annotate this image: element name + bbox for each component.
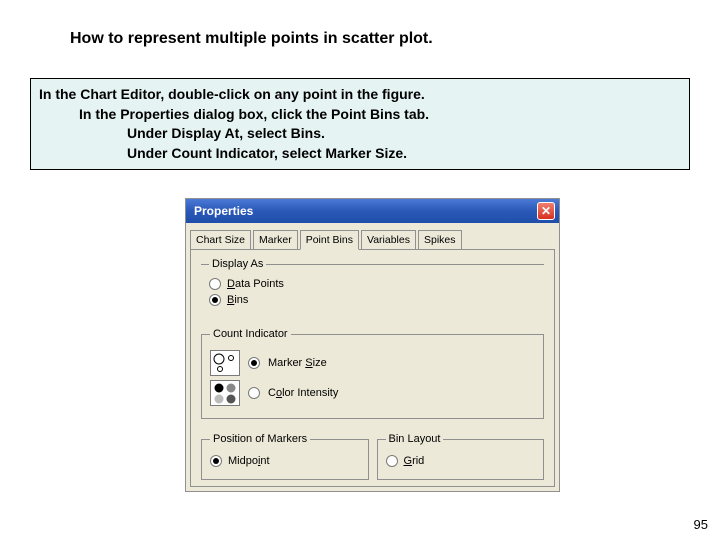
- tab-body: Display As Data Points Bins Count Indica…: [190, 249, 555, 487]
- properties-dialog: Properties ✕ Chart Size Marker Point Bin…: [185, 198, 560, 492]
- display-as-group: Display As Data Points Bins: [201, 258, 544, 318]
- tab-variables[interactable]: Variables: [361, 230, 416, 250]
- radio-bins-label: Bins: [227, 294, 248, 306]
- radio-icon: [248, 357, 260, 369]
- instruction-line-1: In the Chart Editor, double-click on any…: [39, 85, 681, 105]
- radio-grid-row[interactable]: Grid: [386, 455, 536, 467]
- radio-marker-size-row[interactable]: Marker Size: [210, 350, 535, 376]
- instruction-line-2: In the Properties dialog box, click the …: [39, 105, 681, 125]
- instruction-line-4: Under Count Indicator, select Marker Siz…: [39, 144, 681, 164]
- instruction-line-3: Under Display At, select Bins.: [39, 124, 681, 144]
- tab-chart-size[interactable]: Chart Size: [190, 230, 251, 250]
- radio-color-intensity-row[interactable]: Color Intensity: [210, 380, 535, 406]
- dialog-title-text: Properties: [194, 204, 253, 218]
- instructions-box: In the Chart Editor, double-click on any…: [30, 78, 690, 170]
- position-of-markers-group: Position of Markers Midpoint: [201, 433, 369, 480]
- tab-point-bins[interactable]: Point Bins: [300, 230, 359, 250]
- close-icon: ✕: [541, 204, 551, 218]
- marker-size-icon: [210, 350, 240, 376]
- count-indicator-group: Count Indicator Marker Size: [201, 328, 544, 419]
- radio-icon: [209, 278, 221, 290]
- page-title: How to represent multiple points in scat…: [70, 30, 433, 48]
- dialog-titlebar[interactable]: Properties ✕: [186, 199, 559, 223]
- close-button[interactable]: ✕: [537, 202, 555, 220]
- display-as-legend: Display As: [209, 258, 266, 270]
- radio-icon: [210, 455, 222, 467]
- radio-grid-label: Grid: [404, 455, 425, 467]
- position-of-markers-legend: Position of Markers: [210, 433, 310, 445]
- radio-color-intensity-label: Color Intensity: [268, 387, 338, 399]
- tab-strip: Chart Size Marker Point Bins Variables S…: [186, 223, 559, 249]
- radio-icon: [248, 387, 260, 399]
- radio-data-points-label: Data Points: [227, 278, 284, 290]
- tab-spikes[interactable]: Spikes: [418, 230, 462, 250]
- radio-marker-size-label: Marker Size: [268, 357, 327, 369]
- tab-marker[interactable]: Marker: [253, 230, 298, 250]
- bin-layout-group: Bin Layout Grid: [377, 433, 545, 480]
- radio-icon: [386, 455, 398, 467]
- radio-data-points-row[interactable]: Data Points: [209, 278, 536, 290]
- radio-midpoint-label: Midpoint: [228, 455, 270, 467]
- count-indicator-legend: Count Indicator: [210, 328, 291, 340]
- color-intensity-icon: [210, 380, 240, 406]
- bin-layout-legend: Bin Layout: [386, 433, 444, 445]
- radio-bins-row[interactable]: Bins: [209, 294, 536, 306]
- radio-midpoint-row[interactable]: Midpoint: [210, 455, 360, 467]
- page-number: 95: [694, 517, 708, 532]
- radio-icon: [209, 294, 221, 306]
